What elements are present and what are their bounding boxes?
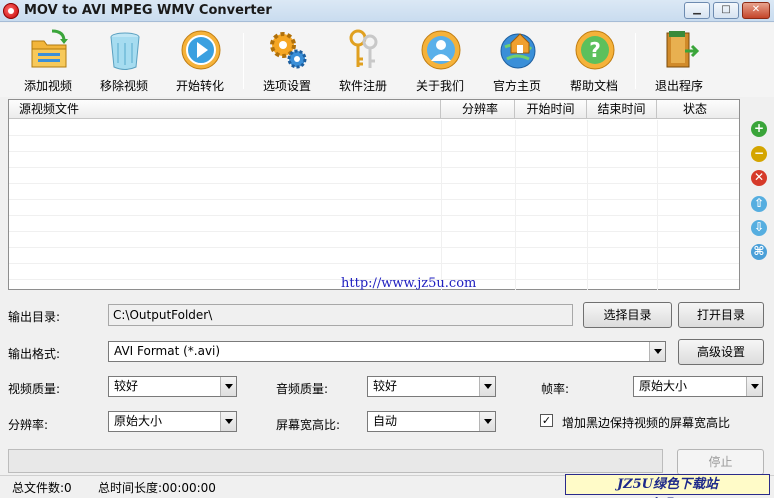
start-convert-label: 开始转化: [175, 79, 224, 93]
clear-list-icon[interactable]: ✕: [751, 170, 767, 186]
video-quality-select[interactable]: 较好: [108, 376, 237, 397]
grid-line: [441, 120, 442, 290]
frame-rate-label: 帧率:: [541, 382, 570, 396]
move-up-icon[interactable]: ⇧: [751, 196, 767, 212]
help-label: 帮助文档: [569, 79, 618, 93]
frame-rate-select[interactable]: 原始大小: [633, 376, 763, 397]
column-source-file[interactable]: 源视频文件: [9, 100, 441, 119]
add-video-button[interactable]: 添加视频: [12, 27, 84, 95]
remove-video-button[interactable]: 移除视频: [88, 27, 160, 95]
aspect-ratio-value: 自动: [373, 414, 398, 428]
exit-door-icon: [666, 31, 700, 68]
video-quality-label: 视频质量:: [8, 382, 61, 396]
aspect-ratio-select[interactable]: 自动: [367, 411, 496, 432]
resolution-value: 原始大小: [114, 414, 163, 428]
brand-watermark: JZ5U绿色下载站www.jz5u.com: [565, 474, 770, 498]
letterbox-label: 增加黑边保持视频的屏幕宽高比: [562, 416, 731, 430]
chevron-down-icon[interactable]: [746, 377, 762, 396]
move-down-icon[interactable]: ⇩: [751, 220, 767, 236]
options-label: 选项设置: [262, 79, 311, 93]
add-video-folder-icon: [31, 29, 68, 68]
output-format-select[interactable]: AVI Format (*.avi): [108, 341, 666, 362]
letterbox-checkbox[interactable]: ✓: [540, 414, 553, 427]
gears-icon: [270, 32, 307, 69]
choose-dir-button[interactable]: 选择目录: [583, 302, 672, 328]
help-icon: ?: [575, 30, 615, 70]
svg-text:?: ?: [589, 38, 601, 62]
grid-line: [515, 120, 516, 290]
register-label: 软件注册: [338, 79, 387, 93]
stop-button[interactable]: 停止: [677, 449, 764, 475]
close-button[interactable]: ✕: [742, 2, 770, 19]
app-logo-icon: [3, 3, 19, 19]
column-resolution[interactable]: 分辨率: [441, 100, 515, 119]
grid-line: [657, 120, 658, 290]
remove-video-label: 移除视频: [99, 79, 148, 93]
column-start-time[interactable]: 开始时间: [515, 100, 587, 119]
options-button[interactable]: 选项设置: [251, 27, 323, 95]
output-dir-field[interactable]: C:\OutputFolder\: [108, 304, 573, 326]
output-dir-label: 输出目录:: [8, 310, 61, 324]
person-icon: [421, 30, 461, 70]
chevron-down-icon[interactable]: [220, 412, 236, 431]
chevron-down-icon[interactable]: [220, 377, 236, 396]
total-duration-text: 总时间长度:00:00:00: [98, 481, 216, 495]
about-button[interactable]: 关于我们: [404, 27, 476, 95]
audio-quality-select[interactable]: 较好: [367, 376, 496, 397]
toolbar: 添加视频 移除视频 开始转化 选项设置 软件注册 关于我们 官方主页 ? 帮助文…: [0, 23, 774, 97]
aspect-ratio-label: 屏幕宽高比:: [276, 418, 341, 432]
toolbar-separator: [243, 33, 244, 89]
remove-item-icon[interactable]: −: [751, 146, 767, 162]
resolution-label: 分辨率:: [8, 418, 49, 432]
window-title: MOV to AVI MPEG WMV Converter: [24, 3, 272, 18]
frame-rate-value: 原始大小: [639, 379, 688, 393]
add-item-icon[interactable]: +: [751, 121, 767, 137]
column-status[interactable]: 状态: [657, 100, 739, 119]
file-list-body: [9, 120, 739, 288]
title-bar: MOV to AVI MPEG WMV Converter ▁ □ ✕: [0, 0, 774, 22]
toolbar-separator: [635, 33, 636, 89]
help-button[interactable]: ? 帮助文档: [558, 27, 630, 95]
about-label: 关于我们: [415, 79, 464, 93]
register-button[interactable]: 软件注册: [327, 27, 399, 95]
output-format-label: 输出格式:: [8, 347, 61, 361]
output-format-value: AVI Format (*.avi): [114, 344, 221, 358]
column-end-time[interactable]: 结束时间: [587, 100, 657, 119]
play-icon: [181, 30, 221, 70]
homepage-label: 官方主页: [492, 79, 541, 93]
chevron-down-icon[interactable]: [649, 342, 665, 361]
audio-quality-label: 音频质量:: [276, 382, 329, 396]
info-icon[interactable]: ⌘: [751, 244, 767, 260]
total-files-text: 总文件数:0: [12, 481, 72, 495]
add-video-label: 添加视频: [23, 79, 72, 93]
advanced-settings-button[interactable]: 高级设置: [678, 339, 764, 365]
exit-label: 退出程序: [654, 79, 703, 93]
minimize-button[interactable]: ▁: [684, 2, 710, 19]
homepage-button[interactable]: 官方主页: [481, 27, 553, 95]
file-list-header: 源视频文件 分辨率 开始时间 结束时间 状态: [9, 100, 739, 119]
recycle-bin-icon: [110, 32, 140, 70]
chevron-down-icon[interactable]: [479, 412, 495, 431]
chevron-down-icon[interactable]: [479, 377, 495, 396]
globe-home-icon: [500, 33, 536, 69]
file-list[interactable]: 源视频文件 分辨率 开始时间 结束时间 状态 http://www.jz5u.c…: [8, 99, 740, 291]
progress-bar: [8, 449, 663, 473]
open-dir-button[interactable]: 打开目录: [678, 302, 764, 328]
exit-button[interactable]: 退出程序: [643, 27, 715, 95]
grid-line: [587, 120, 588, 290]
start-convert-button[interactable]: 开始转化: [164, 27, 236, 95]
resolution-select[interactable]: 原始大小: [108, 411, 237, 432]
video-quality-value: 较好: [114, 379, 139, 393]
audio-quality-value: 较好: [373, 379, 398, 393]
keys-icon: [349, 29, 378, 68]
maximize-button[interactable]: □: [713, 2, 739, 19]
watermark-url: http://www.jz5u.com: [341, 276, 477, 291]
